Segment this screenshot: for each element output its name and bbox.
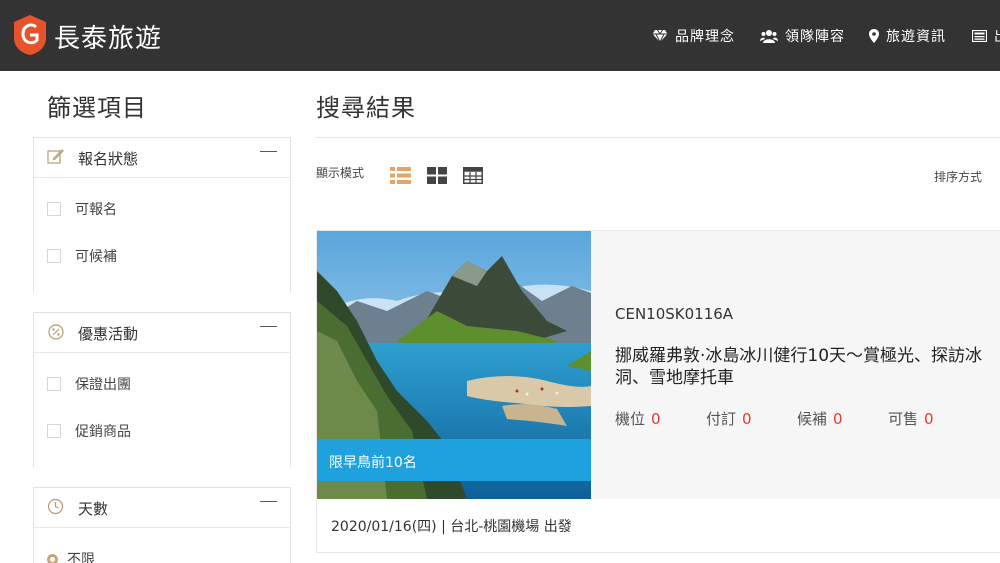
stat-value: 0	[924, 410, 934, 428]
promo-banner: 限早鳥前10名	[317, 439, 591, 481]
filter-panel-days: 天數 不限	[33, 487, 291, 563]
stat-value: 0	[833, 410, 843, 428]
stat-value: 0	[651, 410, 661, 428]
filter-panel-title: 優惠活動	[78, 325, 139, 343]
nav-label: 旅遊資訊	[886, 29, 946, 45]
top-navigation-bar: 長泰旅遊 品牌理念 領隊陣容 旅遊資訊 出	[0, 0, 1000, 71]
stat-waitlist: 候補 0	[797, 408, 843, 429]
filter-panel-header[interactable]: 報名狀態	[34, 138, 290, 178]
option-unlimited[interactable]: 不限	[47, 549, 95, 563]
clock-icon	[47, 498, 64, 515]
filter-panel-registration-status: 報名狀態 可報名 可候補	[33, 137, 291, 292]
product-info: CEN10SK0116A 挪威羅弗敦‧冰島冰川健行10天～賞極光、探訪冰洞、雪地…	[591, 231, 1000, 499]
checkbox[interactable]	[47, 377, 61, 391]
radio-selected[interactable]	[47, 553, 58, 563]
newspaper-icon	[972, 30, 987, 42]
checkbox[interactable]	[47, 249, 61, 263]
collapse-icon[interactable]	[260, 151, 277, 152]
stat-label: 付訂	[706, 410, 737, 428]
users-icon	[760, 30, 778, 43]
edit-icon	[47, 149, 64, 164]
option-label: 促銷商品	[75, 424, 131, 440]
nav-travel-info[interactable]: 旅遊資訊	[869, 26, 946, 46]
stat-label: 可售	[888, 410, 919, 428]
checkbox[interactable]	[47, 202, 61, 216]
option-registrable[interactable]: 可報名	[47, 199, 117, 219]
checkbox[interactable]	[47, 424, 61, 438]
option-label: 可候補	[75, 249, 117, 265]
collapse-icon[interactable]	[260, 326, 277, 327]
stat-available: 可售 0	[888, 408, 934, 429]
discount-icon	[48, 324, 64, 340]
option-label: 不限	[67, 552, 95, 563]
option-guaranteed-departure[interactable]: 保證出團	[47, 374, 131, 394]
filter-panel-header[interactable]: 優惠活動	[34, 313, 290, 353]
sort-label[interactable]: 排序方式	[934, 168, 982, 185]
logo-icon[interactable]	[12, 14, 48, 56]
results-title: 搜尋結果	[316, 94, 416, 122]
option-label: 可報名	[75, 202, 117, 218]
stat-seats: 機位 0	[615, 408, 661, 429]
nav-label: 領隊陣容	[785, 29, 845, 45]
filter-panel-promotions: 優惠活動 保證出團 促銷商品	[33, 312, 291, 467]
diamond-icon	[652, 29, 668, 43]
stat-label: 機位	[615, 410, 646, 428]
brand-name[interactable]: 長泰旅遊	[54, 18, 162, 55]
nav-more[interactable]: 出	[972, 26, 1000, 46]
view-mode-label: 顯示模式	[316, 166, 365, 180]
nav-brand-philosophy[interactable]: 品牌理念	[652, 26, 735, 46]
product-code: CEN10SK0116A	[615, 305, 734, 323]
map-pin-icon	[869, 29, 879, 43]
departure-info: 2020/01/16(四) | 台北-桃園機場 出發	[331, 519, 572, 535]
filter-panel-title: 天數	[78, 500, 109, 518]
filter-title: 篩選項目	[47, 94, 147, 122]
product-card[interactable]: 限早鳥前10名 CEN10SK0116A 挪威羅弗敦‧冰島冰川健行10天～賞極光…	[316, 230, 1000, 553]
list-view-icon[interactable]	[390, 167, 411, 184]
filter-panel-title: 報名狀態	[78, 150, 139, 168]
nav-label: 品牌理念	[675, 29, 735, 45]
divider	[316, 137, 1000, 138]
table-view-icon[interactable]	[463, 167, 483, 184]
grid-view-icon[interactable]	[427, 167, 447, 184]
filter-panel-header[interactable]: 天數	[34, 488, 290, 528]
stat-label: 候補	[797, 410, 828, 428]
stat-value: 0	[742, 410, 752, 428]
collapse-icon[interactable]	[260, 501, 277, 502]
option-on-sale[interactable]: 促銷商品	[47, 421, 131, 441]
product-title[interactable]: 挪威羅弗敦‧冰島冰川健行10天～賞極光、探訪冰洞、雪地摩托車	[615, 345, 991, 389]
nav-team-leaders[interactable]: 領隊陣容	[760, 26, 845, 46]
stat-deposit: 付訂 0	[706, 408, 752, 429]
option-label: 保證出團	[75, 377, 131, 393]
option-waitlist[interactable]: 可候補	[47, 246, 117, 266]
nav-label: 出	[994, 26, 1000, 46]
